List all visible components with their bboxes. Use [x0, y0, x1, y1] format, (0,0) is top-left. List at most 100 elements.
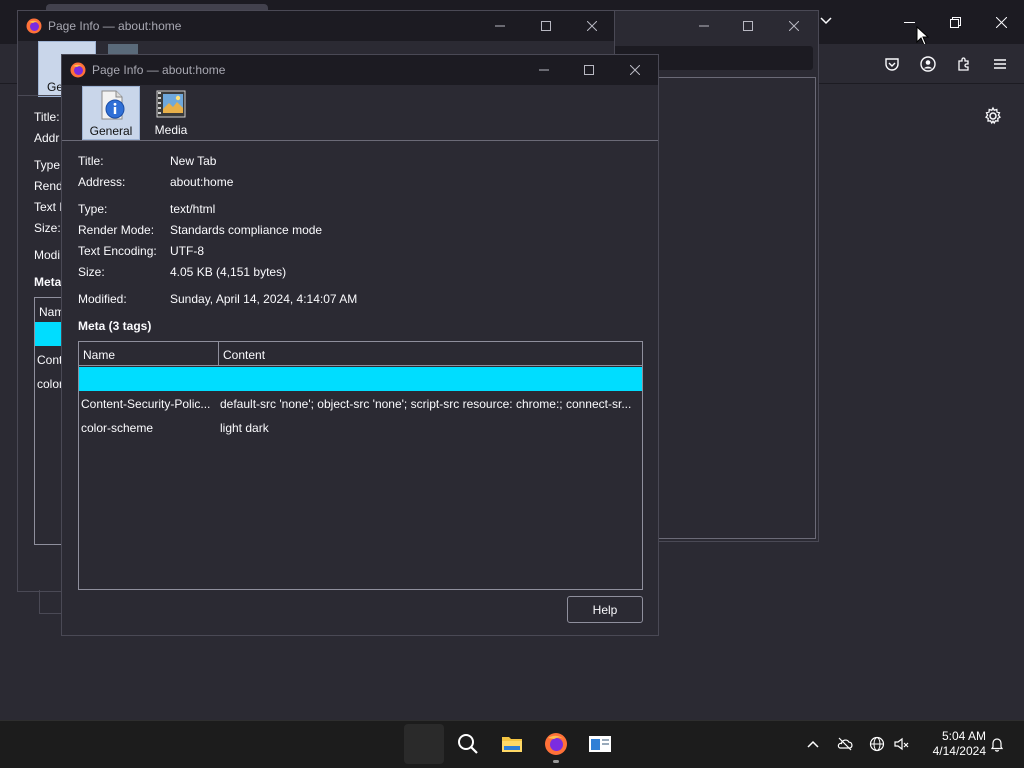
render-mode-value: Standards compliance mode: [170, 223, 323, 237]
type-value: text/html: [170, 202, 216, 216]
title-label: Title:: [78, 154, 104, 168]
page-info-dialog: Page Info — about:home General Media Tit…: [61, 54, 659, 636]
firefox-icon: [26, 18, 42, 34]
field-label: Rend: [34, 179, 63, 193]
dialog-maximize-button[interactable]: [567, 59, 611, 81]
dialog-close-button[interactable]: [613, 59, 657, 81]
tab-general-label: General: [89, 124, 133, 138]
close-icon: [995, 16, 1007, 28]
back-b-minimize-button[interactable]: [682, 15, 726, 37]
notifications-button[interactable]: [988, 735, 1006, 753]
network-status[interactable]: [868, 735, 886, 753]
firefox-taskbar-button[interactable]: [536, 724, 576, 764]
meta-name-cell: color-scheme: [81, 421, 154, 435]
info-document-icon: [101, 90, 125, 120]
address-value: about:home: [170, 175, 234, 189]
extensions-icon: [958, 57, 969, 71]
close-icon: [587, 21, 597, 31]
pocket-icon: [885, 58, 899, 71]
render-mode-label: Render Mode:: [78, 223, 155, 237]
restore-button[interactable]: [932, 10, 978, 34]
column-divider[interactable]: [218, 342, 219, 366]
window-app-button[interactable]: [580, 724, 620, 764]
maximize-icon: [743, 21, 753, 31]
extensions-button[interactable]: [954, 54, 974, 74]
running-indicator: [553, 760, 559, 763]
onedrive-status[interactable]: [836, 735, 854, 753]
field-label: Title:: [34, 110, 60, 124]
minimize-icon: [699, 25, 709, 27]
cloud-offline-icon: [837, 737, 853, 751]
dialog-minimize-button[interactable]: [522, 59, 566, 81]
chevron-up-icon: [807, 740, 819, 748]
close-button[interactable]: [978, 10, 1024, 34]
search-button[interactable]: [448, 724, 488, 764]
tab-separator: [62, 140, 658, 141]
firefox-icon: [545, 733, 567, 755]
speaker-muted-icon: [894, 737, 909, 751]
text-encoding-label: Text Encoding:: [78, 244, 157, 258]
window-app-icon: [589, 736, 611, 752]
help-button[interactable]: Help: [567, 596, 643, 623]
system-clock[interactable]: 5:04 AM 4/14/2024: [916, 729, 986, 759]
close-icon: [789, 21, 799, 31]
start-button[interactable]: [404, 724, 444, 764]
globe-icon: [869, 736, 885, 752]
clock-date: 4/14/2024: [932, 744, 986, 758]
file-explorer-button[interactable]: [492, 724, 532, 764]
tab-media-label: Media: [154, 123, 188, 137]
tab-media[interactable]: Media: [142, 86, 200, 140]
mouse-cursor-icon: [916, 26, 930, 46]
account-button[interactable]: [918, 54, 938, 74]
dialog-title: Page Info — about:home: [92, 63, 226, 77]
show-hidden-icons-button[interactable]: [804, 735, 822, 753]
back-minimize-button[interactable]: [478, 15, 522, 37]
close-icon: [630, 65, 640, 75]
firefox-icon: [70, 62, 86, 78]
meta-content-cell: default-src 'none'; object-src 'none'; s…: [220, 397, 632, 411]
back-window-panel: [658, 77, 816, 539]
volume-status[interactable]: [892, 735, 910, 753]
list-all-tabs-chevron-icon[interactable]: [817, 13, 835, 29]
bell-icon: [990, 738, 1004, 752]
tab-general[interactable]: General: [82, 86, 140, 140]
dialog-title: Page Info — about:home: [48, 19, 182, 33]
field-label: Addr: [34, 131, 60, 145]
column-header-name[interactable]: Name: [83, 348, 115, 362]
minimize-icon: [539, 69, 549, 71]
maximize-icon: [584, 65, 594, 75]
gear-icon[interactable]: [982, 105, 1004, 127]
restore-icon: [949, 16, 961, 28]
text-encoding-value: UTF-8: [170, 244, 204, 258]
pocket-button[interactable]: [882, 54, 902, 74]
meta-title: Meta: [34, 275, 62, 289]
window-edge: [39, 590, 63, 614]
title-value: New Tab: [170, 154, 217, 168]
table-row[interactable]: Content-Security-Polic... default-src 'n…: [79, 391, 642, 415]
back-close-button[interactable]: [570, 15, 614, 37]
size-label: Size:: [78, 265, 105, 279]
table-row[interactable]: [79, 367, 642, 391]
modified-label: Modified:: [78, 292, 127, 306]
dialog-titlebar: Page Info — about:home: [62, 55, 658, 85]
table-cell: color: [37, 377, 64, 391]
media-image-icon: [156, 90, 186, 118]
search-icon: [458, 734, 478, 754]
tab-strip: General Media: [62, 85, 658, 140]
file-explorer-icon: [502, 737, 522, 752]
column-header-content[interactable]: Content: [223, 348, 265, 362]
table-header: Name Content: [79, 342, 642, 366]
back-b-maximize-button[interactable]: [726, 15, 770, 37]
app-menu-button[interactable]: [990, 54, 1010, 74]
back-maximize-button[interactable]: [524, 15, 568, 37]
back-dialog-titlebar: Page Info — about:home: [18, 11, 614, 41]
maximize-icon: [541, 21, 551, 31]
minimize-icon: [495, 25, 505, 27]
address-label: Address:: [78, 175, 126, 189]
back-b-close-button[interactable]: [772, 15, 816, 37]
table-row[interactable]: color-scheme light dark: [79, 415, 642, 439]
meta-table[interactable]: Name Content Content-Security-Polic... d…: [78, 341, 643, 590]
meta-title: Meta (3 tags): [78, 319, 152, 333]
clock-time: 5:04 AM: [941, 729, 986, 743]
modified-value: Sunday, April 14, 2024, 4:14:07 AM: [170, 292, 358, 306]
